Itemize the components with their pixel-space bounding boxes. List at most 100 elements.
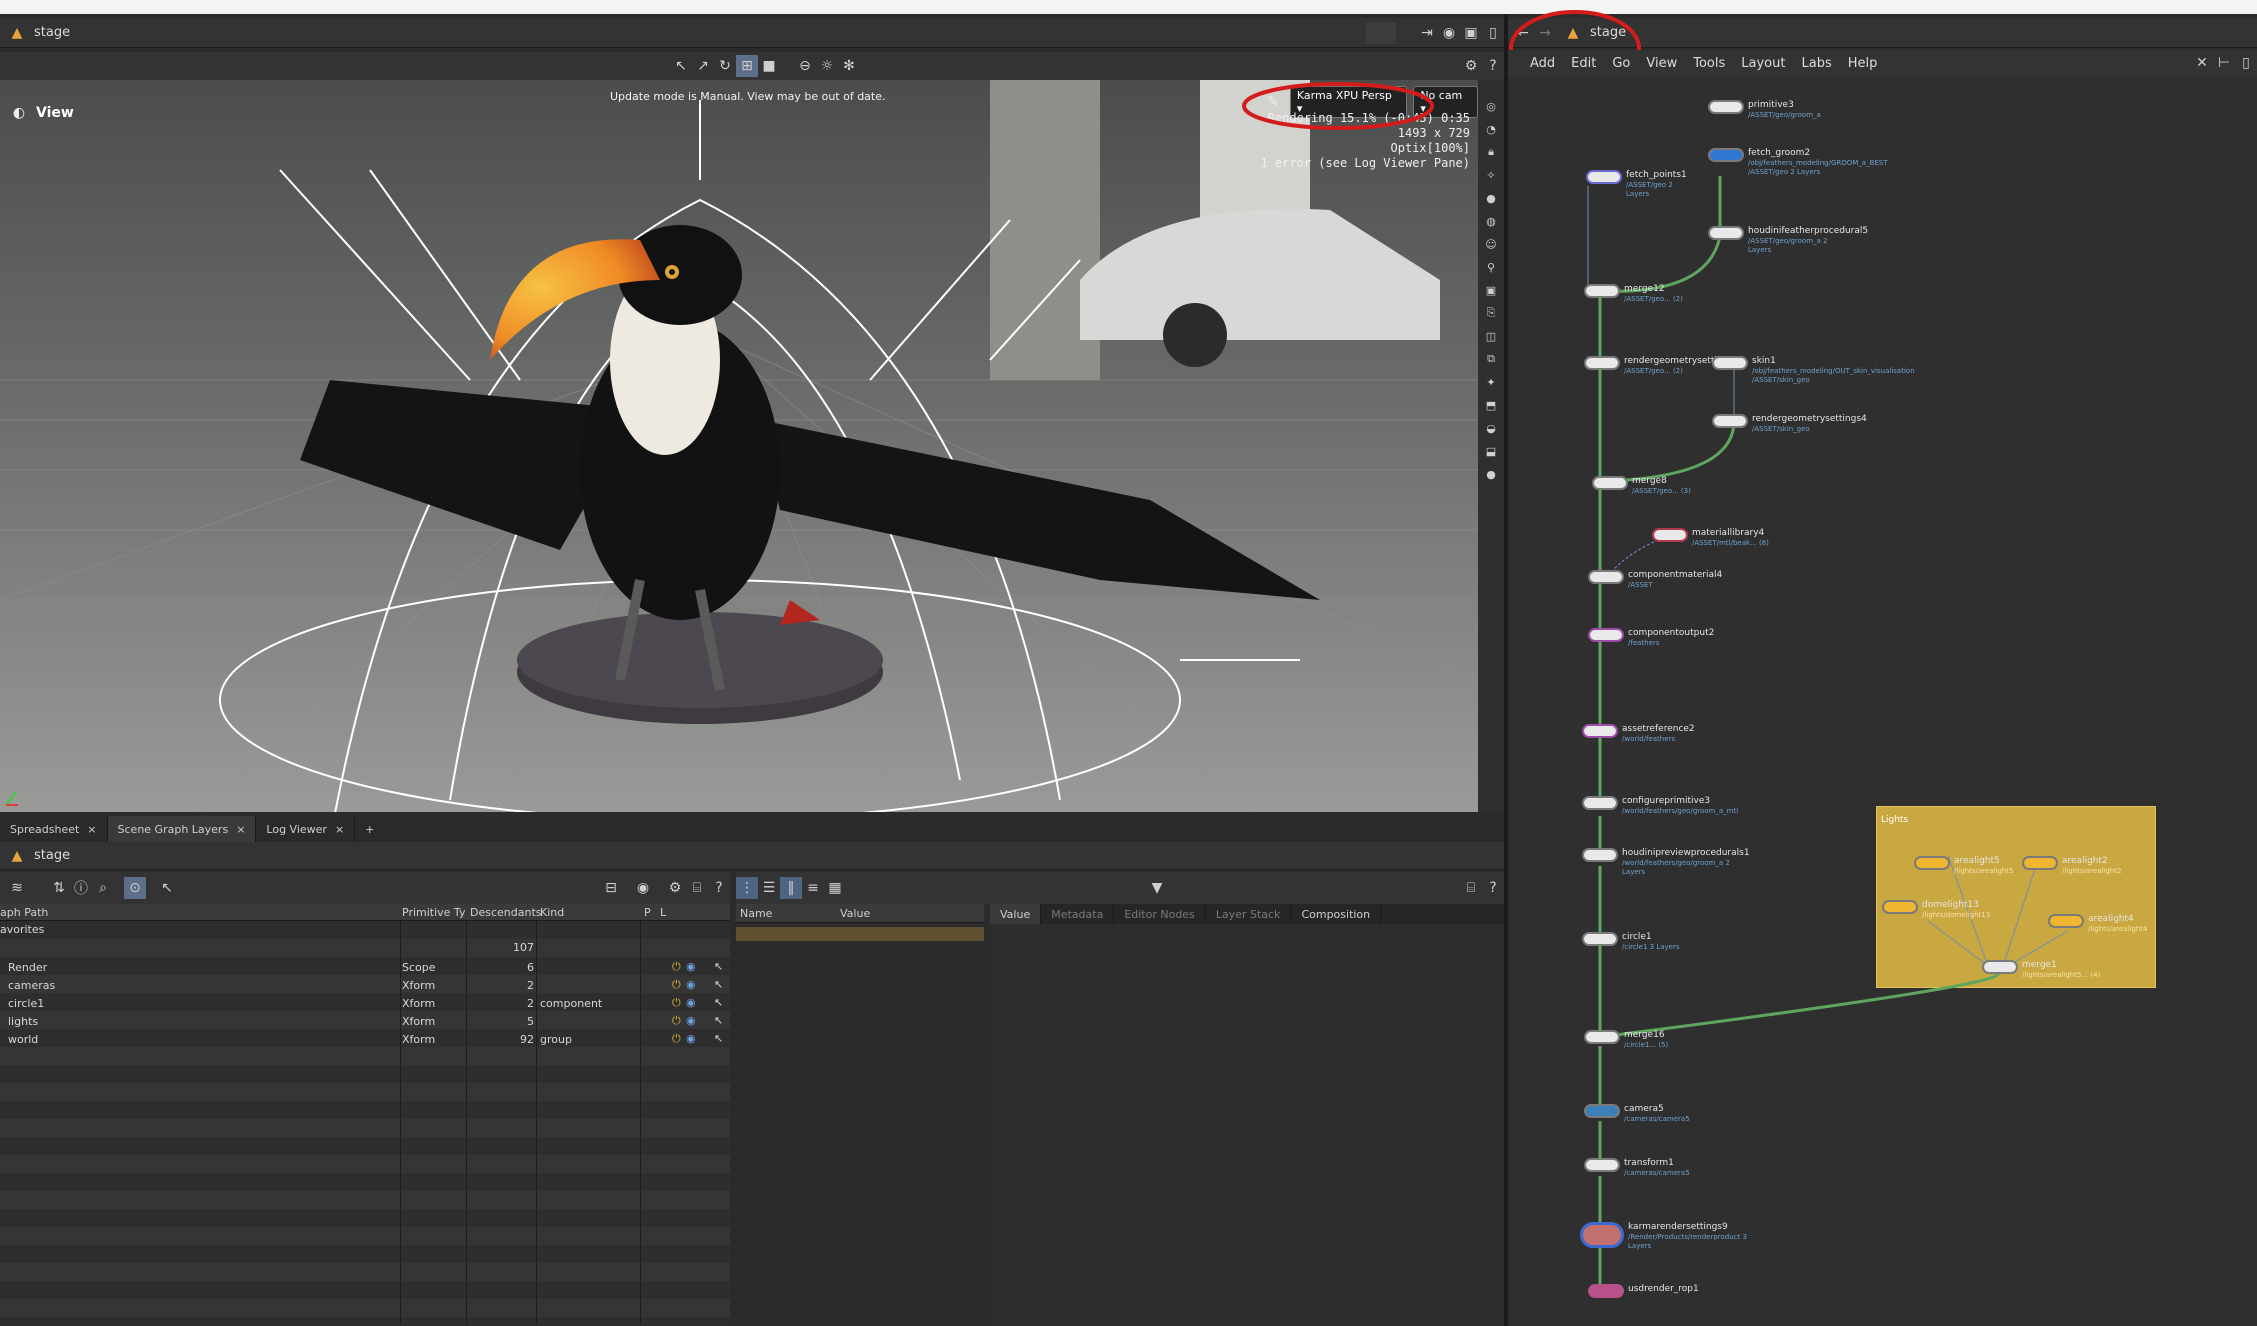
help-icon[interactable]: ?: [1482, 877, 1504, 899]
guide-icon[interactable]: ✦: [1481, 372, 1501, 392]
search-icon[interactable]: ⌕: [92, 877, 114, 899]
target-icon[interactable]: ◉: [632, 877, 654, 899]
path-label[interactable]: stage: [34, 25, 70, 40]
node-camera5[interactable]: camera5/cameras/camera5: [1584, 1104, 1690, 1124]
stage-context-icon[interactable]: ▲: [6, 845, 28, 867]
solo-icon[interactable]: ◉: [686, 1014, 696, 1027]
menu-view[interactable]: View: [1646, 56, 1677, 71]
info-icon[interactable]: ⓘ: [70, 877, 92, 899]
view-menu-icon[interactable]: ◐: [8, 102, 30, 124]
node-materiallibrary4[interactable]: materiallibrary4/ASSET/mtl/beak... (8): [1652, 528, 1769, 548]
visibility-icon[interactable]: ▣: [1481, 280, 1501, 300]
table-row[interactable]: lights Xform 5 ⏻ ◉ ↖: [0, 1013, 730, 1031]
split-icon[interactable]: ▯: [1482, 22, 1504, 44]
path-label[interactable]: stage: [34, 848, 70, 863]
node-skin1[interactable]: skin1/obj/feathers_modeling/OUT_skin_vis…: [1712, 356, 1915, 385]
camera-icon[interactable]: ⌸: [686, 877, 708, 899]
trs-view-icon[interactable]: ▦: [824, 877, 846, 899]
sort-icon[interactable]: ⇅: [48, 877, 70, 899]
network-editor[interactable]: Lights primitive3 /ASSET/geo/groom_a fet…: [1508, 76, 2257, 1326]
ghost-icon[interactable]: ☺: [1481, 234, 1501, 254]
col-path[interactable]: aph Path: [0, 906, 48, 919]
visibility-icon[interactable]: ⏻: [672, 978, 681, 992]
tab-value[interactable]: Value: [990, 904, 1042, 924]
camera-icon[interactable]: ⌸: [1460, 877, 1482, 899]
path-dropdown[interactable]: [1366, 21, 1396, 44]
close-icon[interactable]: ×: [87, 823, 96, 836]
node-componentoutput2[interactable]: componentoutput2/feathers: [1588, 628, 1714, 648]
tree-view-icon[interactable]: ⋮: [736, 877, 758, 899]
pose-icon[interactable]: ✧: [1481, 165, 1501, 185]
node-fetch-groom2[interactable]: fetch_groom2/obj/feathers_modeling/GROOM…: [1708, 148, 1888, 177]
menu-labs[interactable]: Labs: [1801, 56, 1831, 71]
col-descendants[interactable]: Descendants: [470, 906, 542, 919]
node-houdinipreviewprocedurals1[interactable]: houdinipreviewprocedurals1/world/feather…: [1582, 848, 1750, 877]
node-arealight4[interactable]: arealight4/lights/arealight4: [2048, 914, 2147, 934]
solo-icon[interactable]: ◉: [686, 996, 696, 1009]
close-icon[interactable]: ×: [236, 823, 245, 836]
background-icon[interactable]: ◒: [1481, 418, 1501, 438]
node-merge16[interactable]: merge16/circle1... (5): [1584, 1030, 1668, 1050]
select-icon[interactable]: ↖: [714, 1014, 723, 1027]
node-merge1[interactable]: merge1/lights/arealight5... (4): [1982, 960, 2100, 980]
tab-log-viewer[interactable]: Log Viewer ×: [256, 816, 356, 842]
wrench-icon[interactable]: ✕: [2191, 52, 2213, 74]
stage-context-icon[interactable]: ▲: [6, 22, 28, 44]
menu-edit[interactable]: Edit: [1571, 56, 1596, 71]
filter-icon[interactable]: ⊙: [124, 877, 146, 899]
node-fetch-points1[interactable]: fetch_points1/ASSET/geo 2 Layers: [1586, 170, 1696, 199]
node-usdrender-rop1[interactable]: usdrender_rop1: [1588, 1284, 1699, 1298]
table-row[interactable]: world Xform 92 group ⏻ ◉ ↖: [0, 1031, 730, 1049]
node-circle1[interactable]: circle1/circle1 3 Layers: [1582, 932, 1682, 952]
shading-icon[interactable]: ●: [1481, 188, 1501, 208]
node-domelight13[interactable]: domelight13/lights/domelight13: [1882, 900, 1990, 920]
col-value[interactable]: Value: [840, 907, 870, 920]
filter-icon[interactable]: ▼: [1146, 877, 1168, 899]
camera-tool-icon[interactable]: ☼: [816, 55, 838, 77]
node-arealight5[interactable]: arealight5/lights/arealight5: [1914, 856, 2013, 876]
tab-composition[interactable]: Composition: [1291, 904, 1382, 924]
node-arealight2[interactable]: arealight2/lights/arealight2: [2022, 856, 2121, 876]
table-row[interactable]: Render Scope 6 ⏻ ◉ ↖: [0, 959, 730, 977]
menu-go[interactable]: Go: [1612, 56, 1630, 71]
menu-help[interactable]: Help: [1848, 56, 1878, 71]
select-icon[interactable]: ↖: [156, 877, 178, 899]
scale-tool-icon[interactable]: ⊞: [736, 55, 758, 77]
help-icon[interactable]: ?: [1482, 55, 1504, 77]
lock-icon[interactable]: 🔒︎: [1481, 142, 1501, 162]
snap-icon[interactable]: ⊖: [794, 55, 816, 77]
camera-view-icon[interactable]: ◎: [1481, 96, 1501, 116]
node-merge8[interactable]: merge8/ASSET/geo... (3): [1592, 476, 1691, 496]
visibility-icon[interactable]: ⏻: [672, 996, 681, 1010]
select-tool-icon[interactable]: ↖: [670, 55, 692, 77]
snapshot-icon[interactable]: ⧉: [1481, 349, 1501, 369]
link-icon[interactable]: ◉: [1438, 22, 1460, 44]
collection-icon[interactable]: ⊟: [600, 877, 622, 899]
layout-icon[interactable]: ▣: [1460, 22, 1482, 44]
settings-gear-icon[interactable]: ⚙: [1460, 55, 1482, 77]
grid-icon[interactable]: ⬓: [1481, 441, 1501, 461]
pin-icon[interactable]: ⇥: [1416, 22, 1438, 44]
menu-add[interactable]: Add: [1530, 56, 1555, 71]
light-view-icon[interactable]: ◔: [1481, 119, 1501, 139]
scene-viewport[interactable]: ◐ View Update mode is Manual. View may b…: [0, 80, 1478, 812]
node-merge12[interactable]: merge12/ASSET/geo... (2): [1584, 284, 1683, 304]
add-tab-button[interactable]: +: [355, 816, 384, 842]
list-view-icon[interactable]: ☰: [758, 877, 780, 899]
solo-icon[interactable]: ◉: [686, 1032, 696, 1045]
settings-gear-icon[interactable]: ⚙: [664, 877, 686, 899]
node-componentmaterial4[interactable]: componentmaterial4/ASSET: [1588, 570, 1722, 590]
visibility-icon[interactable]: ⏻: [672, 1014, 681, 1028]
col-p[interactable]: P: [644, 906, 651, 919]
table-row[interactable]: circle1 Xform 2 component ⏻ ◉ ↖: [0, 995, 730, 1013]
table-row[interactable]: cameras Xform 2 ⏻ ◉ ↖: [0, 977, 730, 995]
tab-scene-graph-layers[interactable]: Scene Graph Layers ×: [107, 816, 257, 842]
grid-icon[interactable]: ▯: [2235, 52, 2257, 74]
col-l[interactable]: L: [660, 906, 666, 919]
col-kind[interactable]: Kind: [540, 906, 564, 919]
select-icon[interactable]: ↖: [714, 1032, 723, 1045]
node-transform1[interactable]: transform1/cameras/camera5: [1584, 1158, 1690, 1178]
columns-view-icon[interactable]: ‖: [780, 877, 802, 899]
overlay-icon[interactable]: ⬒: [1481, 395, 1501, 415]
node-karmarendersettings9[interactable]: karmarendersettings9/Render/Products/ren…: [1580, 1222, 1748, 1251]
